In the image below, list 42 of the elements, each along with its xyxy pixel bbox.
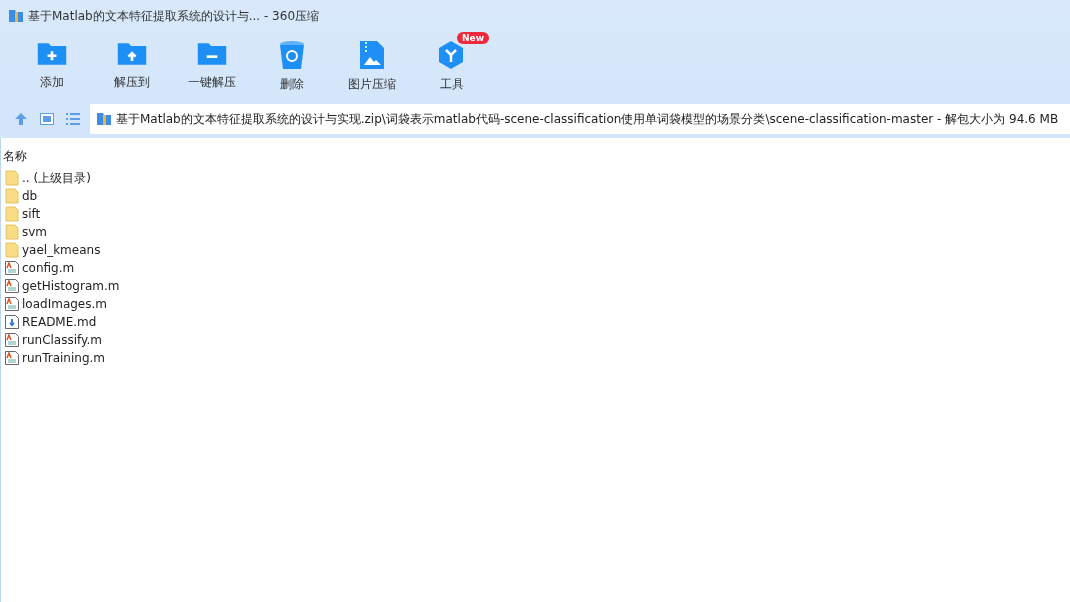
file-name[interactable]: getHistogram.m: [22, 279, 120, 293]
path-text: 基于Matlab的文本特征提取系统的设计与实现.zip\词袋表示matlab代码-scene-classification使用单词袋模型的场景分类\scene-classification-master - 解包大小为 94.6 MB: [116, 110, 1059, 128]
list-view-icon[interactable]: [64, 110, 82, 128]
folder-icon: [4, 206, 20, 222]
file-icon: [4, 314, 20, 330]
file-name[interactable]: .. (上级目录): [22, 169, 91, 187]
folder-icon: [4, 170, 20, 186]
file-name[interactable]: yael_kmeans: [22, 243, 101, 257]
file-name[interactable]: README.md: [22, 315, 97, 329]
file-name[interactable]: loadImages.m: [22, 297, 107, 311]
archive-icon: [96, 111, 112, 127]
trash-icon: [279, 40, 305, 70]
folder-icon: [4, 188, 20, 204]
file-name[interactable]: svm: [22, 225, 48, 239]
folder-icon: [4, 224, 20, 240]
file-icon: [4, 278, 20, 294]
thumbnail-view-icon[interactable]: [38, 110, 56, 128]
folder-icon: [36, 40, 68, 68]
toolbar-button[interactable]: 删除: [252, 32, 332, 100]
folder-icon: [116, 40, 148, 68]
archive-icon: [8, 8, 24, 24]
file-icon: [4, 260, 20, 276]
toolbar-button[interactable]: 添加: [12, 32, 92, 100]
file-icon: [4, 350, 20, 366]
toolbar-button[interactable]: 解压到: [92, 32, 172, 100]
toolbar-button[interactable]: 图片压缩: [332, 32, 412, 100]
folder-icon: [4, 242, 20, 258]
file-name[interactable]: runClassify.m: [22, 333, 102, 347]
file-icon: [4, 332, 20, 348]
file-name[interactable]: config.m: [22, 261, 75, 275]
window-title: 基于Matlab的文本特征提取系统的设计与... - 360压缩: [28, 7, 320, 25]
column-header[interactable]: 名称: [1, 144, 29, 169]
new-badge: New: [457, 32, 489, 44]
address-bar[interactable]: 基于Matlab的文本特征提取系统的设计与实现.zip\词袋表示matlab代码-scene-classification使用单词袋模型的场景分类\scene-classification-master - 解包大小为 94.6 MB: [90, 104, 1070, 134]
file-name[interactable]: db: [22, 189, 38, 203]
file-icon: [4, 296, 20, 312]
image-file-icon: [359, 40, 385, 70]
toolbar-button[interactable]: 一键解压: [172, 32, 252, 100]
file-name[interactable]: sift: [22, 207, 41, 221]
file-name[interactable]: runTraining.m: [22, 351, 105, 365]
toolbar-button[interactable]: New 工具: [412, 32, 492, 100]
folder-icon: [196, 40, 228, 68]
